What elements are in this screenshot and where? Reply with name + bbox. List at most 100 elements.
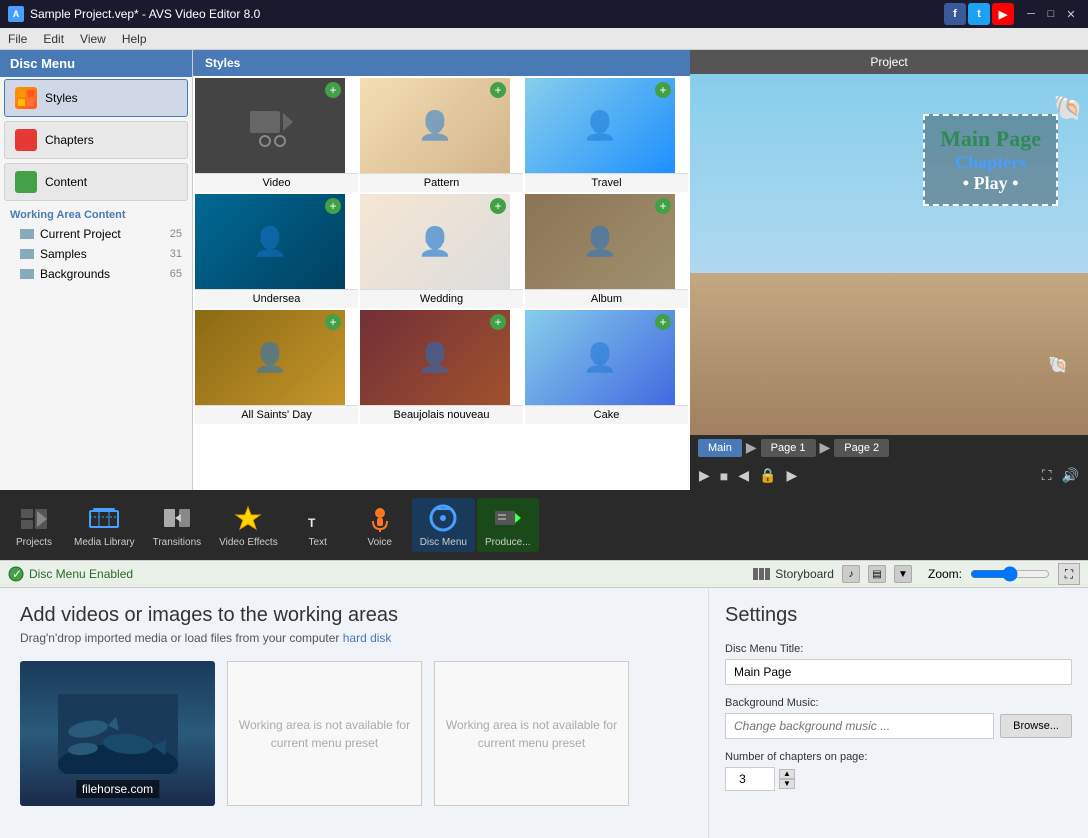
- nav-content[interactable]: Content: [4, 163, 188, 201]
- toolbar: Projects Media Library Transitions Video…: [0, 490, 1088, 560]
- close-button[interactable]: ✕: [1062, 5, 1080, 23]
- styles-grid-container[interactable]: + Video 👤 + Pattern: [193, 76, 690, 490]
- chapters-spinner: ▲ ▼: [779, 769, 795, 789]
- style-undersea-label: Undersea: [195, 289, 358, 308]
- settings-heading: Settings: [725, 604, 1072, 627]
- tool-video-effects[interactable]: Video Effects: [211, 498, 286, 552]
- style-wedding[interactable]: 👤 + Wedding: [360, 194, 523, 308]
- backgrounds-count: 65: [170, 268, 182, 280]
- background-music-label: Background Music:: [725, 697, 1072, 709]
- chapters-up-btn[interactable]: ▲: [779, 769, 795, 779]
- style-travel[interactable]: 👤 + Travel: [525, 78, 688, 192]
- browse-button[interactable]: Browse...: [1000, 714, 1072, 738]
- tool-transitions[interactable]: Transitions: [145, 498, 210, 552]
- text-icon: T: [302, 502, 334, 534]
- style-undersea[interactable]: 👤 + Undersea: [195, 194, 358, 308]
- preview-area: 🐚 🐚 Main Page Chapters • Play •: [690, 74, 1088, 435]
- tool-projects[interactable]: Projects: [4, 498, 64, 552]
- page-1-btn[interactable]: Page 1: [761, 439, 816, 457]
- volume-button[interactable]: 🔊: [1057, 465, 1084, 486]
- playback-controls: ▶ ■ ◀ 🔒 ▶ ⛶ 🔊: [690, 461, 1088, 490]
- background-music-row: Browse...: [725, 713, 1072, 739]
- style-travel-label: Travel: [525, 173, 688, 192]
- facebook-icon[interactable]: f: [944, 3, 966, 25]
- background-music-input[interactable]: [725, 713, 994, 739]
- twitter-icon[interactable]: t: [968, 3, 990, 25]
- underwater-scene: [58, 694, 178, 774]
- page-main-btn[interactable]: Main: [698, 439, 742, 457]
- tool-media-library[interactable]: Media Library: [66, 498, 143, 552]
- menu-view[interactable]: View: [80, 32, 106, 46]
- style-album[interactable]: 👤 + Album: [525, 194, 688, 308]
- lock-button[interactable]: 🔒: [754, 465, 781, 486]
- nav-styles[interactable]: Styles: [4, 79, 188, 117]
- current-project-count: 25: [170, 228, 182, 240]
- music-toggle-btn[interactable]: ♪: [842, 565, 860, 583]
- minimize-button[interactable]: ─: [1022, 5, 1040, 23]
- left-panel: Disc Menu Styles Chapters Content: [0, 50, 193, 490]
- content-backgrounds[interactable]: Backgrounds 65: [0, 264, 192, 284]
- preview-nav: Main ▶ Page 1 ▶ Page 2: [690, 435, 1088, 461]
- bottom-section: Add videos or images to the working area…: [0, 588, 1088, 838]
- content-samples[interactable]: Samples 31: [0, 244, 192, 264]
- disc-menu-icon: [427, 502, 459, 534]
- cake-silhouette: 👤: [583, 341, 618, 374]
- style-pattern-label: Pattern: [360, 173, 523, 192]
- style-saints[interactable]: 👤 + All Saints' Day: [195, 310, 358, 424]
- tool-voice[interactable]: Voice: [350, 498, 410, 552]
- projects-label: Projects: [16, 537, 52, 548]
- menu-file[interactable]: File: [8, 32, 27, 46]
- album-plus-badge: +: [655, 198, 671, 214]
- saints-plus-badge: +: [325, 314, 341, 330]
- video-plus-badge: +: [325, 82, 341, 98]
- disc-menu-title-input[interactable]: [725, 659, 1072, 685]
- undersea-silhouette: 👤: [253, 225, 288, 258]
- working-area-heading: Add videos or images to the working area…: [20, 604, 688, 627]
- zoom-slider[interactable]: [970, 566, 1050, 582]
- settings-panel: Settings Disc Menu Title: Background Mus…: [708, 588, 1088, 838]
- samples-label: Samples: [40, 247, 87, 261]
- working-items: filehorse.com Working area is not availa…: [20, 661, 688, 806]
- current-project-label: Current Project: [40, 227, 121, 241]
- styles-grid: + Video 👤 + Pattern: [195, 78, 688, 424]
- status-right: Storyboard ♪ ▤ ▼ Zoom: ⛶: [753, 563, 1080, 585]
- play-button[interactable]: ▶: [694, 465, 715, 486]
- project-header: Project: [690, 50, 1088, 74]
- chapters-input[interactable]: [725, 767, 775, 791]
- storyboard-button[interactable]: Storyboard: [753, 567, 834, 581]
- menu-play-text: • Play •: [940, 173, 1041, 194]
- expand-button[interactable]: ⛶: [1058, 563, 1080, 585]
- menu-title-text: Main Page: [940, 126, 1041, 152]
- style-pattern[interactable]: 👤 + Pattern: [360, 78, 523, 192]
- page-2-btn[interactable]: Page 2: [834, 439, 889, 457]
- menu-edit[interactable]: Edit: [43, 32, 64, 46]
- menu-help[interactable]: Help: [122, 32, 147, 46]
- next-button[interactable]: ▶: [781, 465, 802, 486]
- prev-button[interactable]: ◀: [733, 465, 754, 486]
- style-video[interactable]: + Video: [195, 78, 358, 192]
- tool-text[interactable]: T Text: [288, 498, 348, 552]
- content-current-project[interactable]: Current Project 25: [0, 224, 192, 244]
- style-cake[interactable]: 👤 + Cake: [525, 310, 688, 424]
- maximize-button[interactable]: □: [1042, 5, 1060, 23]
- subtitle-link[interactable]: hard disk: [343, 631, 392, 645]
- youtube-icon[interactable]: ▶: [992, 3, 1014, 25]
- view-toggle-btn[interactable]: ▤: [868, 565, 886, 583]
- nav-chapters[interactable]: Chapters: [4, 121, 188, 159]
- tool-disc-menu[interactable]: Disc Menu: [412, 498, 475, 552]
- storyboard-label: Storyboard: [775, 567, 834, 581]
- stop-button[interactable]: ■: [715, 466, 733, 486]
- projects-icon: [18, 502, 50, 534]
- nav-styles-label: Styles: [45, 91, 78, 105]
- chapters-down-btn[interactable]: ▼: [779, 779, 795, 789]
- tool-produce[interactable]: Produce...: [477, 498, 539, 552]
- fullscreen-button[interactable]: ⛶: [1037, 465, 1057, 486]
- style-beaujolais[interactable]: 👤 + Beaujolais nouveau: [360, 310, 523, 424]
- subtitle-text: Drag'n'drop imported media or load files…: [20, 631, 343, 645]
- working-area-subtitle: Drag'n'drop imported media or load files…: [20, 631, 688, 645]
- view-toggle-btn2[interactable]: ▼: [894, 565, 912, 583]
- disc-menu-title-group: Disc Menu Title:: [725, 643, 1072, 685]
- content-icon: [15, 171, 37, 193]
- cake-plus-badge: +: [655, 314, 671, 330]
- style-wedding-label: Wedding: [360, 289, 523, 308]
